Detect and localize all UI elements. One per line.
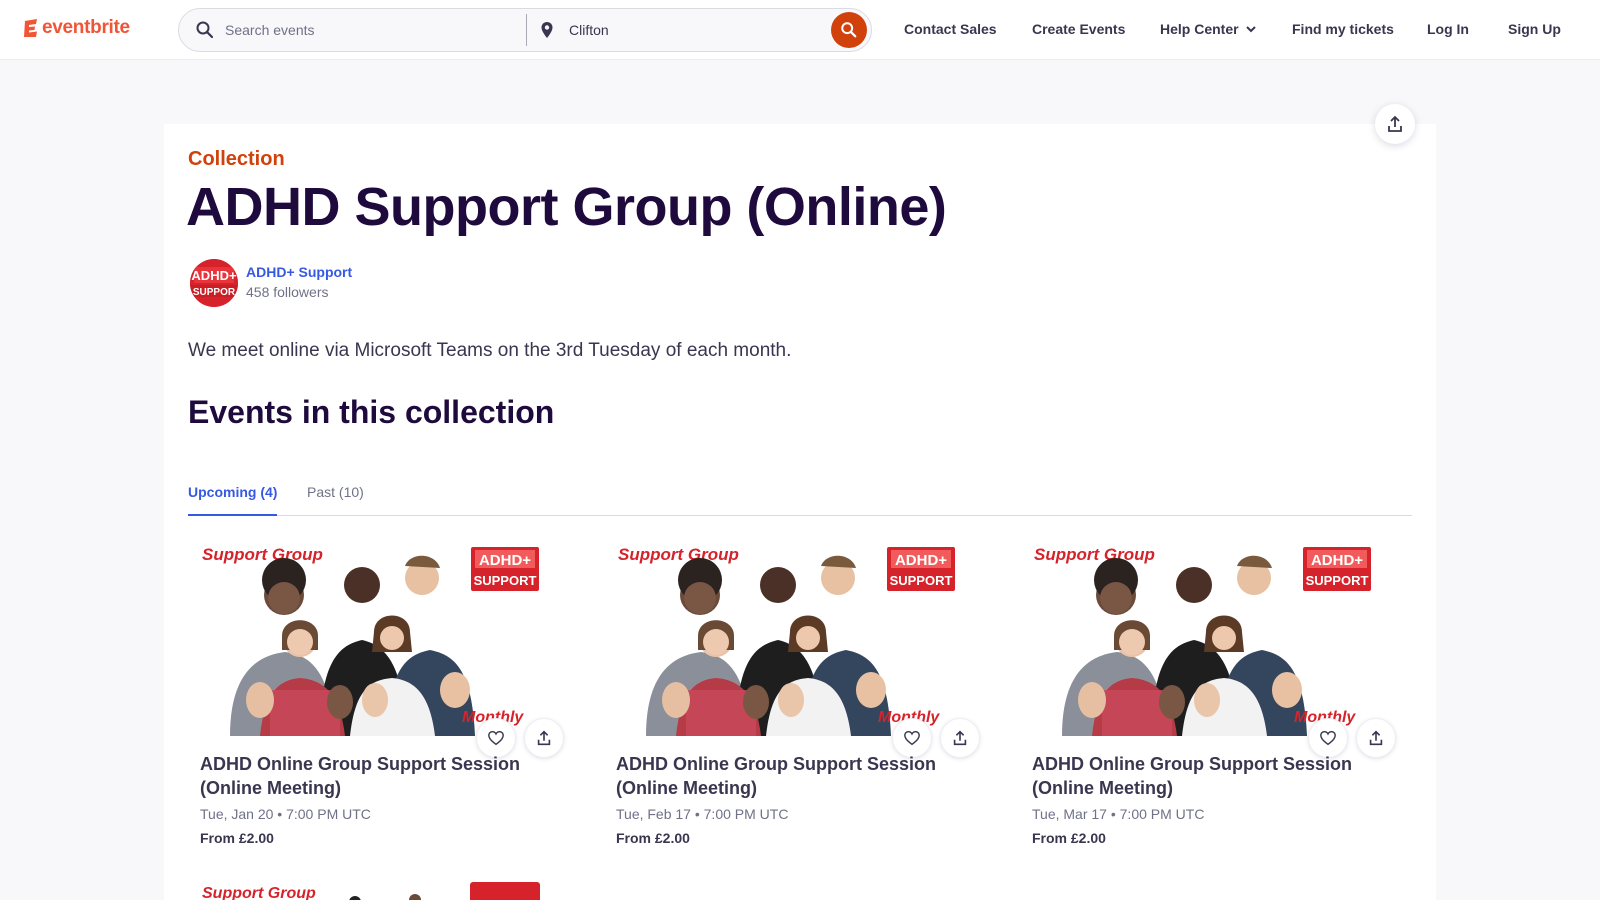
- eventbrite-logo-icon: [24, 19, 37, 37]
- event-title-link[interactable]: ADHD Online Group Support Session (Onlin…: [616, 752, 996, 800]
- heart-icon: [904, 730, 920, 746]
- event-date: Tue, Mar 17 • 7:00 PM UTC: [1032, 806, 1205, 822]
- svg-text:Support Group: Support Group: [202, 885, 316, 900]
- event-image-badge-line1: ADHD+: [479, 552, 531, 569]
- search-divider: [526, 14, 527, 46]
- nav-contact-sales[interactable]: Contact Sales: [904, 0, 997, 58]
- nav-sign-up[interactable]: Sign Up: [1508, 0, 1561, 58]
- event-price: From £2.00: [200, 830, 274, 846]
- event-price: From £2.00: [616, 830, 690, 846]
- logo-text: eventbrite: [42, 17, 130, 38]
- organizer-avatar[interactable]: ADHD+ SUPPOR: [190, 259, 238, 307]
- share-upload-icon: [953, 730, 967, 746]
- nav-create-events[interactable]: Create Events: [1032, 0, 1125, 58]
- top-navigation-bar: eventbrite Contact Sales Create Events H…: [0, 0, 1600, 60]
- organizer-avatar-image: ADHD+ SUPPOR: [190, 259, 238, 307]
- event-image-badge-line2: SUPPORT: [1306, 573, 1369, 588]
- search-icon: [196, 21, 214, 39]
- event-title-link[interactable]: ADHD Online Group Support Session (Onlin…: [1032, 752, 1412, 800]
- location-pin-icon: [541, 22, 553, 38]
- event-title-link[interactable]: ADHD Online Group Support Session (Onlin…: [200, 752, 580, 800]
- event-image-badge-line1: ADHD+: [895, 552, 947, 569]
- nav-help-center-label: Help Center: [1160, 21, 1239, 37]
- event-image[interactable]: Support Group ADHD+ SUPPORT: [1032, 540, 1408, 736]
- event-image-caption: Support Group: [618, 545, 739, 564]
- nav-log-in[interactable]: Log In: [1427, 0, 1469, 58]
- search-bar: [178, 8, 872, 52]
- organizer-followers: 458 followers: [246, 284, 329, 300]
- share-upload-icon: [1369, 730, 1383, 746]
- organizer-name-link[interactable]: ADHD+ Support: [246, 264, 352, 280]
- event-image-badge-line2: SUPPORT: [474, 573, 537, 588]
- eventbrite-logo[interactable]: eventbrite: [22, 17, 130, 39]
- svg-text:ADHD+: ADHD+: [191, 268, 237, 283]
- location-input[interactable]: [569, 9, 819, 51]
- heart-icon: [488, 730, 504, 746]
- event-image-badge-line2: SUPPORT: [890, 573, 953, 588]
- page-title: ADHD Support Group (Online): [186, 177, 947, 237]
- chevron-down-icon: [1245, 26, 1256, 33]
- event-date: Tue, Feb 17 • 7:00 PM UTC: [616, 806, 789, 822]
- collection-description: We meet online via Microsoft Teams on th…: [188, 340, 792, 361]
- share-upload-icon: [1388, 115, 1402, 132]
- search-icon: [841, 22, 857, 38]
- events-heading: Events in this collection: [188, 394, 555, 430]
- event-image[interactable]: Support Group ADHD+ SUPPORT: [616, 540, 992, 736]
- event-tabs: Upcoming (4) Past (10): [188, 470, 1412, 516]
- collection-eyebrow: Collection: [188, 148, 285, 170]
- search-button[interactable]: [831, 12, 867, 48]
- share-upload-icon: [537, 730, 551, 746]
- heart-icon: [1320, 730, 1336, 746]
- event-price: From £2.00: [1032, 830, 1106, 846]
- tab-past[interactable]: Past (10): [307, 484, 364, 500]
- svg-text:SUPPOR: SUPPOR: [193, 287, 236, 298]
- event-image-caption: Support Group: [202, 545, 323, 564]
- nav-find-my-tickets[interactable]: Find my tickets: [1292, 0, 1394, 58]
- event-photo: Support Group ADHD+ SUPPORT: [616, 540, 992, 736]
- tab-upcoming[interactable]: Upcoming (4): [188, 484, 278, 516]
- event-date: Tue, Jan 20 • 7:00 PM UTC: [200, 806, 371, 822]
- event-image-badge-line1: ADHD+: [1311, 552, 1363, 569]
- event-image[interactable]: Support Group ADHD+ SUPPORT: [200, 540, 576, 736]
- nav-help-center[interactable]: Help Center: [1160, 0, 1257, 58]
- event-image-caption: Support Group: [1034, 545, 1155, 564]
- event-photo: Support Group ADHD+ SUPPORT: [200, 540, 576, 736]
- event-photo: Support Group ADHD+ SUPPORT: [1032, 540, 1408, 736]
- share-collection-button[interactable]: [1375, 104, 1415, 144]
- event-card-partial[interactable]: Support Group: [200, 880, 576, 900]
- event-image-partial: Support Group: [202, 882, 540, 900]
